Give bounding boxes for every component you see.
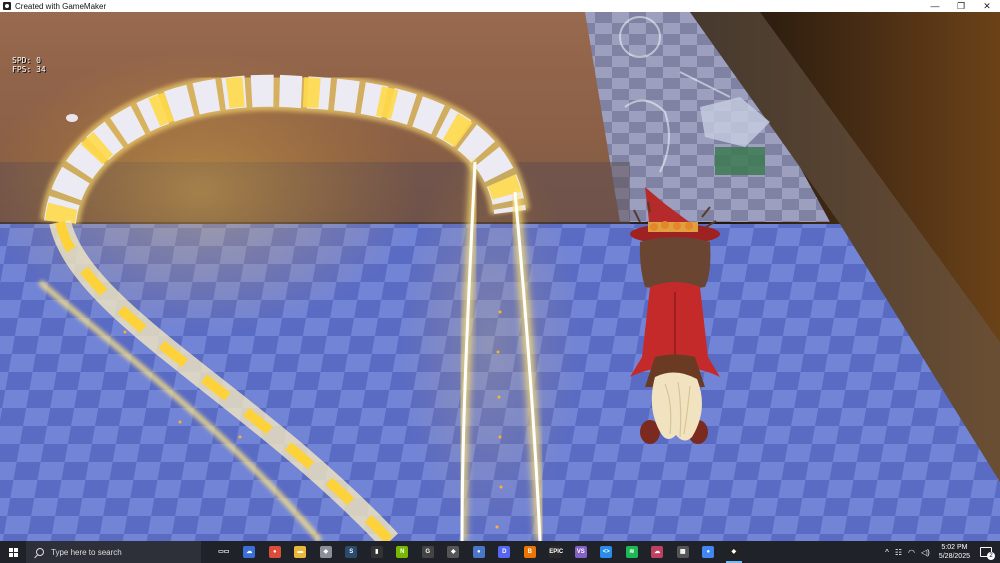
- vscode-icon: <>: [600, 546, 613, 558]
- game-viewport[interactable]: SPD: 0 FPS: 34: [0, 12, 1000, 541]
- windows-taskbar: Type here to search ▭▭ ☁ ● ▬ ◆ S ▮ N G ◆ ● D B EPIC VS…: [0, 541, 1000, 563]
- app-bear-taskbar-button[interactable]: ●: [466, 541, 492, 563]
- gamemaker-app-icon: [3, 2, 11, 10]
- pinned-apps: ▭▭ ☁ ● ▬ ◆ S ▮ N G ◆ ● D B EPIC VS <> ≋ ☁ ▦ ● ◆: [211, 541, 747, 563]
- task-view-taskbar-button[interactable]: ▭▭: [211, 541, 237, 563]
- blender-icon: B: [523, 546, 536, 558]
- discord-icon: D: [498, 546, 511, 558]
- gamemaker-active-taskbar-button[interactable]: ◆: [721, 541, 747, 563]
- taskbar-clock[interactable]: 5:02 PM 5/28/2025: [939, 543, 970, 561]
- volume-icon[interactable]: ◁): [921, 548, 930, 557]
- discord-taskbar-button[interactable]: D: [492, 541, 518, 563]
- spotify-taskbar-button[interactable]: ≋: [619, 541, 645, 563]
- gamemaker-runner-taskbar-button[interactable]: ◆: [441, 541, 467, 563]
- system-tray: ^ ☷ ◠ ◁) 5:02 PM 5/28/2025 2: [882, 541, 1000, 563]
- notification-center-button[interactable]: 2: [980, 547, 995, 560]
- file-explorer-icon: ▬: [294, 546, 307, 558]
- terminal-icon: ▮: [370, 546, 383, 558]
- minimize-button[interactable]: —: [922, 0, 948, 12]
- window-title: Created with GameMaker: [15, 1, 107, 11]
- spotify-icon: ≋: [625, 546, 638, 558]
- widgets-taskbar-button[interactable]: ☁: [237, 541, 263, 563]
- file-explorer-taskbar-button[interactable]: ▬: [288, 541, 314, 563]
- network-icon[interactable]: ☷: [895, 548, 902, 557]
- fps-readout: FPS: 34: [12, 65, 46, 74]
- epic-games-icon: EPIC: [549, 546, 563, 558]
- nvidia-icon: N: [396, 546, 409, 558]
- clock-time: 5:02 PM: [941, 544, 968, 551]
- window-title-bar: Created with GameMaker — ❐ ✕: [0, 0, 1000, 12]
- gamemaker-active-icon: ◆: [727, 546, 740, 558]
- task-view-icon: ▭▭: [217, 546, 230, 558]
- windows-logo-icon: [8, 547, 18, 557]
- game-scene: [0, 12, 1000, 541]
- gamemaker-taskbar-button[interactable]: G: [415, 541, 441, 563]
- start-button[interactable]: [0, 541, 26, 563]
- steam-taskbar-button[interactable]: S: [339, 541, 365, 563]
- search-icon: [36, 548, 44, 556]
- chevron-up-icon[interactable]: ^: [885, 548, 889, 557]
- widgets-icon: ☁: [243, 546, 256, 558]
- wifi-icon[interactable]: ◠: [908, 548, 915, 557]
- terminal-taskbar-button[interactable]: ▮: [364, 541, 390, 563]
- epic-games-taskbar-button[interactable]: EPIC: [543, 541, 569, 563]
- notification-count: 2: [987, 552, 995, 560]
- chrome-icon: ●: [268, 546, 281, 558]
- taskbar-search-box[interactable]: Type here to search: [26, 541, 201, 563]
- steam-icon: S: [345, 546, 358, 558]
- speed-readout: SPD: 0: [12, 56, 41, 65]
- app-cloud-icon: ☁: [651, 546, 664, 558]
- app-gray-taskbar-button[interactable]: ◆: [313, 541, 339, 563]
- search-placeholder: Type here to search: [51, 547, 122, 557]
- calculator-icon: ▦: [676, 546, 689, 558]
- gamemaker-runner-icon: ◆: [447, 546, 460, 558]
- close-button[interactable]: ✕: [974, 0, 1000, 12]
- visual-studio-taskbar-button[interactable]: VS: [568, 541, 594, 563]
- vscode-taskbar-button[interactable]: <>: [594, 541, 620, 563]
- restore-button[interactable]: ❐: [948, 0, 974, 12]
- app-cloud-taskbar-button[interactable]: ☁: [645, 541, 671, 563]
- chrome-alt-icon: ●: [702, 546, 715, 558]
- visual-studio-icon: VS: [574, 546, 587, 558]
- chrome-alt-taskbar-button[interactable]: ●: [696, 541, 722, 563]
- calculator-taskbar-button[interactable]: ▦: [670, 541, 696, 563]
- clock-date: 5/28/2025: [938, 553, 970, 560]
- chrome-taskbar-button[interactable]: ●: [262, 541, 288, 563]
- app-gray-icon: ◆: [319, 546, 332, 558]
- blender-taskbar-button[interactable]: B: [517, 541, 543, 563]
- gamemaker-icon: G: [421, 546, 434, 558]
- app-bear-icon: ●: [472, 546, 485, 558]
- debug-hud: SPD: 0 FPS: 34: [12, 56, 46, 74]
- nvidia-taskbar-button[interactable]: N: [390, 541, 416, 563]
